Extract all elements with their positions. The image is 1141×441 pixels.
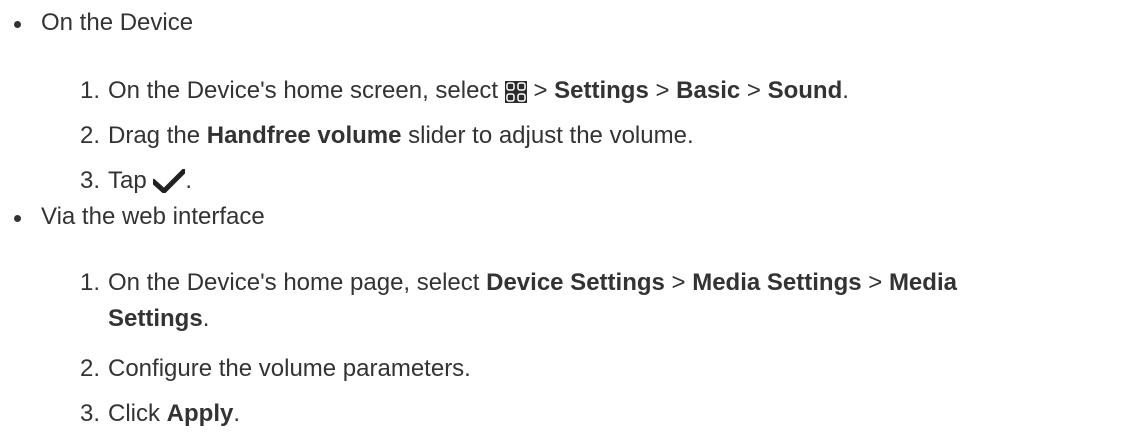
list-item: 2. Configure the volume parameters. <box>80 351 1130 396</box>
step-number: 3. <box>80 400 101 427</box>
bullet-icon <box>14 215 21 222</box>
list-item: 2. Drag the Handfree volume slider to ad… <box>80 118 1130 163</box>
device-steps-list: 1. On the Device's home screen, select >… <box>80 73 1130 208</box>
list-item: 3. Click Apply. <box>80 396 1130 441</box>
section-web-interface: Via the web interface <box>14 199 265 235</box>
step-number: 1. <box>80 269 101 296</box>
list-item: 1. On the Device's home page, select Dev… <box>80 265 1130 351</box>
step-number: 2. <box>80 122 101 149</box>
list-item: 1. On the Device's home screen, select >… <box>80 73 1130 118</box>
step-number: 2. <box>80 355 101 382</box>
step-number: 1. <box>80 77 101 104</box>
section-title: On the Device <box>41 9 194 36</box>
section-title: Via the web interface <box>41 203 265 230</box>
grid-menu-icon <box>504 78 527 114</box>
bullet-icon <box>14 21 21 28</box>
section-device: On the Device <box>14 5 193 41</box>
step-number: 3. <box>80 167 101 194</box>
web-steps-list: 1. On the Device's home page, select Dev… <box>80 265 1130 441</box>
